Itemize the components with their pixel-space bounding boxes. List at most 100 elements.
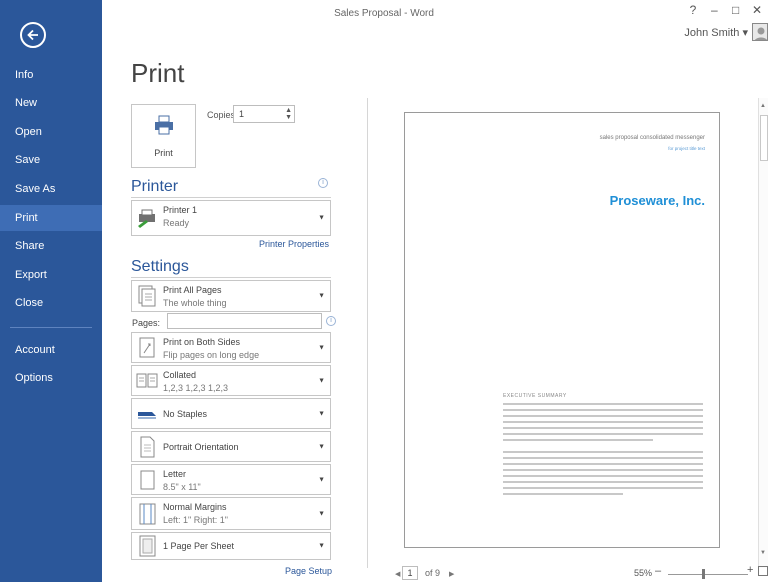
preview-divider xyxy=(367,98,368,568)
previous-page-icon[interactable]: ◀ xyxy=(395,570,400,578)
pages-info-icon[interactable]: i xyxy=(326,316,336,326)
scroll-down-arrow-icon[interactable]: ▼ xyxy=(760,550,766,556)
nav-item-save-as[interactable]: Save As xyxy=(0,176,102,202)
paper-size-dropdown[interactable]: Letter 8.5" x 11" ▼ xyxy=(131,464,331,495)
help-button[interactable]: ? xyxy=(684,3,702,17)
copies-stepper[interactable]: 1 ▲ ▼ xyxy=(233,105,295,123)
nav-item-share[interactable]: Share xyxy=(0,233,102,259)
back-button[interactable] xyxy=(20,22,46,48)
scrollbar-thumb[interactable] xyxy=(760,115,768,161)
pages-label: Pages: xyxy=(132,318,161,328)
dropdown-arrow-icon: ▼ xyxy=(318,410,325,417)
settings-section-rule xyxy=(131,277,331,278)
dropdown-arrow-icon: ▼ xyxy=(318,443,325,450)
document-header-text: sales proposal consolidated messenger xyxy=(599,135,705,141)
dropdown-arrow-icon: ▼ xyxy=(318,377,325,384)
document-text-line xyxy=(503,415,703,417)
duplex-dropdown[interactable]: Print on Both Sides Flip pages on long e… xyxy=(131,332,331,363)
margins-label: Normal Margins xyxy=(163,502,227,512)
zoom-slider-track[interactable] xyxy=(668,574,748,575)
nav-item-info[interactable]: Info xyxy=(0,62,102,88)
orientation-dropdown[interactable]: Portrait Orientation ▼ xyxy=(131,431,331,462)
zoom-slider-thumb[interactable] xyxy=(702,569,705,579)
document-text-line xyxy=(503,469,703,471)
dropdown-arrow-icon: ▼ xyxy=(318,542,325,550)
back-arrow-icon xyxy=(27,29,38,41)
minimize-button[interactable]: – xyxy=(705,3,723,17)
collation-dropdown[interactable]: Collated 1,2,3 1,2,3 1,2,3 ▼ xyxy=(131,365,331,396)
pages-input[interactable] xyxy=(167,313,322,329)
pages-per-sheet-dropdown[interactable]: 1 Page Per Sheet ▼ xyxy=(131,532,331,560)
print-button-label: Print xyxy=(154,148,173,158)
close-button[interactable]: ✕ xyxy=(748,3,766,17)
user-name: John Smith xyxy=(684,27,740,39)
nav-item-options[interactable]: Options xyxy=(0,365,102,391)
paper-size-dimensions: 8.5" x 11" xyxy=(163,482,201,492)
margins-icon xyxy=(139,503,156,524)
document-text-line xyxy=(503,427,703,429)
user-account[interactable]: John Smith ▾ xyxy=(684,26,748,39)
document-text-line xyxy=(503,433,703,435)
document-text-line xyxy=(503,463,703,465)
document-company-name: Proseware, Inc. xyxy=(609,193,705,208)
document-text-line xyxy=(503,439,653,441)
copies-spin-buttons[interactable]: ▲ ▼ xyxy=(285,107,292,121)
document-summary-heading: EXECUTIVE SUMMARY xyxy=(503,393,567,399)
window-title: Sales Proposal - Word xyxy=(334,8,434,19)
nav-item-open[interactable]: Open xyxy=(0,119,102,145)
nav-item-print[interactable]: Print xyxy=(0,205,102,231)
margins-dropdown[interactable]: Normal Margins Left: 1" Right: 1" ▼ xyxy=(131,497,331,530)
dropdown-arrow-icon: ▼ xyxy=(318,476,325,483)
copies-value: 1 xyxy=(239,109,245,119)
collation-label: Collated xyxy=(163,370,197,380)
next-page-icon[interactable]: ▶ xyxy=(449,570,454,578)
page-title: Print xyxy=(131,58,185,88)
duplex-description: Flip pages on long edge xyxy=(163,350,260,360)
user-menu-chevron-icon: ▾ xyxy=(742,27,748,39)
nav-item-new[interactable]: New xyxy=(0,90,102,116)
preview-scrollbar[interactable] xyxy=(758,98,768,568)
duplex-icon xyxy=(139,337,155,357)
document-text-line xyxy=(503,457,703,459)
print-preview-page: sales proposal consolidated messenger fo… xyxy=(404,112,720,548)
dropdown-arrow-icon: ▼ xyxy=(318,292,325,300)
user-avatar[interactable] xyxy=(752,23,768,41)
zoom-out-button[interactable]: – xyxy=(655,565,661,577)
zoom-level[interactable]: 55% xyxy=(634,568,652,578)
printer-icon xyxy=(154,115,173,135)
staples-label: No Staples xyxy=(163,408,208,419)
nav-item-export[interactable]: Export xyxy=(0,262,102,288)
collation-description: 1,2,3 1,2,3 1,2,3 xyxy=(163,383,229,393)
person-icon xyxy=(753,24,767,40)
margins-description: Left: 1" Right: 1" xyxy=(163,515,228,525)
collated-icon xyxy=(136,373,158,387)
document-text-line xyxy=(503,421,703,423)
current-page-input[interactable]: 1 xyxy=(402,566,418,580)
printer-section-rule xyxy=(131,197,331,198)
page-setup-link[interactable]: Page Setup xyxy=(285,566,332,576)
printer-properties-link[interactable]: Printer Properties xyxy=(259,239,329,249)
pages-icon xyxy=(138,285,156,307)
document-text-line xyxy=(503,481,703,483)
zoom-in-button[interactable]: + xyxy=(747,564,753,576)
print-range-description: The whole thing xyxy=(163,298,227,308)
print-range-dropdown[interactable]: Print All Pages The whole thing ▼ xyxy=(131,280,331,312)
nav-item-account[interactable]: Account xyxy=(0,337,102,363)
dropdown-arrow-icon: ▼ xyxy=(318,510,325,517)
document-text-line xyxy=(503,475,703,477)
document-text-line xyxy=(503,409,703,411)
printer-section-title: Printer xyxy=(131,178,179,195)
printer-info-icon[interactable]: i xyxy=(318,178,328,188)
staples-icon xyxy=(138,411,156,419)
print-button[interactable]: Print xyxy=(131,104,196,168)
nav-item-close[interactable]: Close xyxy=(0,290,102,316)
nav-item-save[interactable]: Save xyxy=(0,147,102,173)
staples-dropdown[interactable]: No Staples ▼ xyxy=(131,398,331,429)
portrait-page-icon xyxy=(140,436,155,457)
printer-name: Printer 1 xyxy=(163,205,198,215)
scroll-up-arrow-icon[interactable]: ▲ xyxy=(760,103,766,109)
printer-dropdown[interactable]: Printer 1 Ready ▼ xyxy=(131,200,331,236)
restore-button[interactable]: □ xyxy=(727,3,745,17)
orientation-label: Portrait Orientation xyxy=(163,441,239,452)
zoom-to-page-icon[interactable] xyxy=(758,566,768,576)
